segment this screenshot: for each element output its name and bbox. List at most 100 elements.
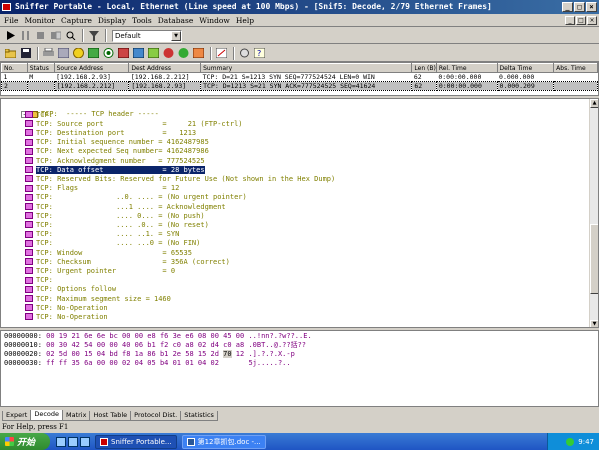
decode-line[interactable]: TCP: Reserved Bits: Reserved for Future … [25, 175, 335, 184]
tab-statistics[interactable]: Statistics [180, 411, 218, 421]
column-header[interactable]: Abs. Time [553, 63, 598, 73]
taskbar-item-word[interactable]: 第12章抓包.doc -... [181, 434, 266, 449]
open-folder-icon[interactable] [4, 47, 17, 60]
decode-line[interactable]: TCP: Checksum = 356A (correct) [25, 258, 230, 267]
menu-display[interactable]: Display [98, 16, 126, 25]
tab-protocol-dist[interactable]: Protocol Dist. [130, 411, 182, 421]
column-header[interactable]: No. [1, 63, 28, 73]
quick-launch-icon[interactable] [56, 436, 66, 447]
chevron-down-icon[interactable]: ▼ [171, 30, 181, 41]
start-button[interactable]: 开始 [0, 433, 50, 450]
tab-expert[interactable]: Expert [2, 411, 32, 421]
expert-icon[interactable] [192, 47, 205, 60]
close-button[interactable]: × [586, 2, 597, 12]
profile-select[interactable]: Default ▼ [112, 29, 182, 42]
stop-icon[interactable] [34, 29, 47, 42]
protocol-distribution-icon[interactable] [147, 47, 160, 60]
decode-line[interactable]: TCP: Flags = 12 [25, 184, 179, 193]
decode-line[interactable]: TCP: [25, 111, 53, 120]
define-filter-icon[interactable] [215, 47, 228, 60]
global-statistics-icon[interactable] [162, 47, 175, 60]
column-header[interactable]: Rel. Time [435, 63, 498, 73]
decode-tree-root[interactable]: -TCP: ----- TCP header ----- [4, 101, 159, 118]
quick-launch-icon[interactable] [80, 436, 90, 447]
help-icon[interactable]: ? [253, 47, 266, 60]
tab-host-table[interactable]: Host Table [89, 411, 132, 421]
decode-line[interactable]: TCP: No-Operation [25, 304, 108, 313]
tray-icon[interactable] [566, 437, 575, 446]
decode-line[interactable]: TCP: Destination port = 1213 [25, 129, 196, 138]
menu-tools[interactable]: Tools [132, 16, 152, 25]
host-table-icon[interactable] [87, 47, 100, 60]
display-icon[interactable] [64, 29, 77, 42]
decode-line[interactable]: TCP: Maximum segment size = 1460 [25, 295, 171, 304]
column-header[interactable]: Dest Address [128, 63, 202, 73]
options-icon[interactable] [238, 47, 251, 60]
menu-capture[interactable]: Capture [61, 16, 92, 25]
quick-launch-icon[interactable] [68, 436, 78, 447]
menu-file[interactable]: File [4, 16, 18, 25]
define-filter-icon[interactable] [87, 29, 100, 42]
hex-line[interactable]: 00000000: 00 19 21 6e 6e bc 00 00 e8 f6 … [4, 332, 312, 341]
menu-window[interactable]: Window [199, 16, 230, 25]
decode-line-text: TCP: Flags = 12 [36, 184, 180, 193]
menu-help[interactable]: Help [236, 16, 254, 25]
vertical-scrollbar[interactable]: ▲ ▼ [589, 99, 598, 327]
hex-line[interactable]: 00000010: 00 30 42 54 00 00 40 06 b1 f2 … [4, 341, 306, 350]
decode-line-text: TCP: [36, 110, 53, 119]
field-icon [25, 285, 33, 293]
mdi-close-button[interactable]: × [587, 16, 597, 25]
column-header[interactable]: Summary [200, 63, 413, 73]
tab-matrix[interactable]: Matrix [62, 411, 91, 421]
tab-decode[interactable]: Decode [30, 410, 63, 421]
decode-line[interactable]: TCP: .... 0... = (No push) [25, 212, 205, 221]
mdi-minimize-button[interactable]: _ [565, 16, 575, 25]
decode-line[interactable]: TCP: Source port = 21 (FTP-ctrl) [25, 120, 243, 129]
table-row[interactable]: 1 M [192.168.2.93] [192.168.2.212] TCP: … [2, 73, 598, 82]
decode-line[interactable]: TCP: ...1 .... = Acknowledgment [25, 203, 226, 212]
taskbar-item-sniffer[interactable]: Sniffer Portable... [95, 434, 177, 449]
decode-line[interactable]: TCP: .... ..1. = SYN [25, 230, 179, 239]
scroll-down-icon[interactable]: ▼ [590, 320, 598, 327]
column-header[interactable]: Delta Time [496, 63, 555, 73]
menu-database[interactable]: Database [158, 16, 194, 25]
scrollbar-thumb[interactable] [590, 224, 598, 294]
alarm-log-icon[interactable] [177, 47, 190, 60]
decode-line[interactable]: TCP: Acknowledgment number = 777524525 [25, 157, 205, 166]
decode-line[interactable]: TCP: Urgent pointer = 0 [25, 267, 175, 276]
menu-monitor[interactable]: Monitor [24, 16, 55, 25]
decode-line[interactable]: TCP: ..0. .... = (No urgent pointer) [25, 193, 247, 202]
mdi-restore-button[interactable]: □ [576, 16, 586, 25]
decode-line[interactable]: TCP: Data offset = 28 bytes [25, 165, 205, 175]
column-header[interactable]: Status [26, 63, 55, 73]
dashboard-icon[interactable] [72, 47, 85, 60]
history-samples-icon[interactable] [132, 47, 145, 60]
column-header[interactable]: Len (B) [411, 63, 437, 73]
scroll-up-icon[interactable]: ▲ [590, 99, 598, 108]
decode-line-text: TCP: Options follow [36, 285, 117, 294]
decode-line[interactable]: TCP: .... .0.. = (No reset) [25, 221, 209, 230]
decode-line[interactable]: TCP: Next expected Seq number= 416248798… [25, 147, 209, 156]
table-row-selected[interactable]: 2 [192.168.2.212] [192.168.2.93] TCP: D=… [1, 81, 598, 91]
matrix-icon[interactable] [102, 47, 115, 60]
hex-line[interactable]: 00000020: 02 5d 00 15 04 bd f8 1a 86 b1 … [4, 350, 295, 359]
stop-and-display-icon[interactable] [49, 29, 62, 42]
maximize-button[interactable]: □ [574, 2, 585, 12]
decode-line[interactable]: TCP: [25, 276, 53, 285]
clock: 9:47 [578, 437, 594, 446]
minimize-button[interactable]: _ [562, 2, 573, 12]
hex-line[interactable]: 00000030: ff ff 35 6a 00 00 02 04 05 b4 … [4, 359, 291, 368]
decode-line-text: TCP: Window = 65535 [36, 248, 192, 257]
application-response-icon[interactable] [117, 47, 130, 60]
decode-line[interactable]: TCP: No-Operation [25, 313, 108, 322]
start-capture-icon[interactable] [4, 29, 17, 42]
save-icon[interactable] [19, 47, 32, 60]
address-book-icon[interactable] [57, 47, 70, 60]
print-icon[interactable] [42, 47, 55, 60]
decode-line[interactable]: TCP: .... ...0 = (No FIN) [25, 239, 200, 248]
decode-line[interactable]: TCP: Window = 65535 [25, 249, 192, 258]
column-header[interactable]: Source Address [53, 63, 130, 73]
pause-icon[interactable] [19, 29, 32, 42]
decode-line[interactable]: TCP: Options follow [25, 285, 116, 294]
decode-line[interactable]: TCP: Initial sequence number = 416248798… [25, 138, 209, 147]
